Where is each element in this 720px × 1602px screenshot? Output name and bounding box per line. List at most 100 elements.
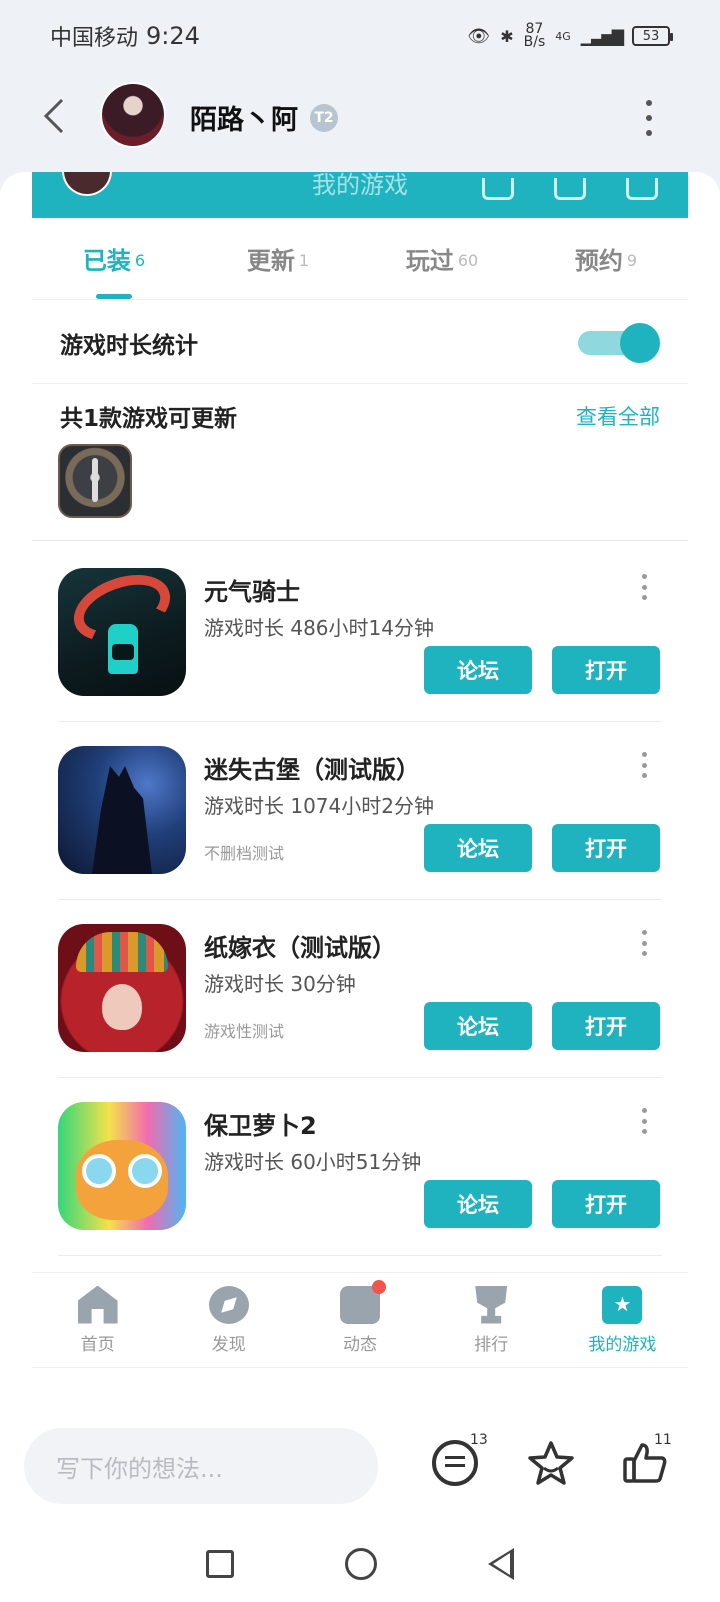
tab-count: 9 [626, 251, 638, 270]
open-button[interactable]: 打开 [552, 1180, 660, 1228]
game-playtime: 游戏时长 60小时51分钟 [204, 1150, 422, 1174]
tab-count: 6 [134, 251, 146, 270]
carrier: 中国移动 [50, 26, 139, 51]
more-options-button[interactable] [642, 100, 656, 136]
tab-label: 已装 [82, 247, 131, 275]
game-icon-lost-castle[interactable] [58, 746, 186, 874]
back-button[interactable] [38, 96, 70, 136]
dot [641, 1118, 647, 1124]
game-playtime: 游戏时长 1074小时2分钟 [204, 794, 434, 818]
expand-icon[interactable] [626, 178, 658, 200]
dot [641, 940, 647, 946]
art-eye [128, 1154, 162, 1188]
game-icon-paper-bride[interactable] [58, 924, 186, 1052]
trophy-icon [475, 1285, 508, 1324]
dot [641, 762, 647, 768]
profile-header: 陌路丶阿 T2 [0, 72, 720, 162]
game-name[interactable]: 保卫萝卜2 [204, 1106, 317, 1141]
system-nav-bar [0, 1526, 720, 1602]
game-tabs: 已装 6 更新 1 玩过 60 预约 9 [32, 218, 688, 300]
tab-played[interactable]: 玩过 60 [360, 218, 524, 299]
forum-button[interactable]: 论坛 [424, 824, 532, 872]
blade-shape [92, 458, 98, 502]
game-more-button[interactable] [640, 1108, 648, 1134]
tab-label: 玩过 [405, 247, 454, 275]
status-right: 👁 ✱ 87 B/s 4G ▁▃▅▇ 53 [467, 22, 673, 49]
nav-label: 发现 [211, 1334, 246, 1355]
playtime-stats-toggle[interactable] [578, 322, 660, 363]
forum-button[interactable]: 论坛 [424, 1002, 532, 1050]
home-icon [77, 1285, 118, 1324]
avatar[interactable] [100, 82, 166, 148]
dot [641, 752, 647, 757]
game-name[interactable]: 迷失古堡（测试版） [204, 750, 420, 785]
game-more-button[interactable] [640, 752, 648, 778]
view-all-link[interactable]: 查看全部 [576, 401, 660, 431]
game-playtime: 游戏时长 486小时14分钟 [204, 616, 434, 640]
dot [641, 1129, 647, 1134]
dot [641, 595, 647, 600]
network-type: 4G [555, 29, 571, 43]
open-button[interactable]: 打开 [552, 824, 660, 872]
art-face [112, 644, 134, 660]
bluetooth-icon: ✱ [500, 26, 514, 46]
user-level-badge: T2 [310, 104, 338, 132]
banner-avatar [62, 172, 112, 196]
art-face [102, 984, 142, 1030]
dot [646, 115, 652, 121]
art-eye [82, 1154, 116, 1188]
update-section-header: 共1款游戏可更新 查看全部 [32, 386, 688, 446]
eye-icon: 👁 [467, 25, 491, 47]
nav-discover[interactable]: 发现 [163, 1273, 294, 1367]
game-name[interactable]: 纸嫁衣（测试版） [204, 928, 396, 963]
nav-home[interactable]: 首页 [32, 1273, 163, 1367]
tab-updates[interactable]: 更新 1 [196, 218, 360, 299]
forum-button[interactable]: 论坛 [424, 1180, 532, 1228]
game-more-button[interactable] [640, 574, 648, 600]
comment-input[interactable]: 写下你的想法... [24, 1428, 378, 1504]
tab-installed[interactable]: 已装 6 [32, 218, 196, 299]
comment-count: 13 [470, 1432, 488, 1448]
bell-icon[interactable] [554, 178, 586, 200]
forum-button[interactable]: 论坛 [424, 646, 532, 694]
game-icon-carrot-defense[interactable] [58, 1102, 186, 1230]
dot [641, 930, 647, 935]
dot [641, 773, 647, 778]
nav-feed[interactable]: 动态 [294, 1273, 425, 1367]
banner-title: 我的游戏 [312, 172, 408, 199]
tab-label: 更新 [246, 247, 295, 275]
nav-rank[interactable]: 排行 [426, 1273, 557, 1367]
nav-label: 排行 [474, 1334, 509, 1355]
game-icon-soul-knight[interactable] [58, 568, 186, 696]
nav-label: 动态 [343, 1334, 377, 1355]
open-button[interactable]: 打开 [552, 646, 660, 694]
art-crown [76, 932, 168, 972]
game-note: 不删档测试 [204, 844, 285, 863]
dot [641, 584, 647, 590]
feed-icon [340, 1279, 386, 1324]
tab-reserved[interactable]: 预约 9 [524, 218, 688, 299]
profile-banner: 我的游戏 [32, 172, 688, 218]
status-left: 中国移动 9:24 [50, 20, 200, 52]
download-icon[interactable] [482, 178, 514, 200]
tab-count: 1 [298, 251, 310, 270]
game-name[interactable]: 元气骑士 [204, 572, 300, 607]
battery-level: 53 [642, 28, 660, 44]
game-item: 迷失古堡（测试版） 游戏时长 1074小时2分钟 不删档测试 论坛 打开 [58, 720, 662, 900]
update-game-icon[interactable] [58, 444, 132, 518]
favorite-star-icon[interactable] [528, 1440, 574, 1486]
back-triangle-button[interactable] [488, 1548, 515, 1580]
username[interactable]: 陌路丶阿 [190, 98, 298, 137]
art-tower [92, 766, 152, 874]
clock: 9:24 [146, 22, 200, 50]
compass-icon [208, 1285, 249, 1324]
game-more-button[interactable] [640, 930, 648, 956]
update-title: 共1款游戏可更新 [60, 406, 238, 432]
dot [641, 951, 647, 956]
comment-bar: 写下你的想法... 13 11 [0, 1410, 720, 1526]
net-speed: 87 B/s [524, 22, 546, 49]
home-button[interactable] [344, 1548, 377, 1580]
open-button[interactable]: 打开 [552, 1002, 660, 1050]
nav-my-games[interactable]: 我的游戏 [557, 1273, 688, 1367]
recent-apps-button[interactable] [205, 1550, 234, 1578]
